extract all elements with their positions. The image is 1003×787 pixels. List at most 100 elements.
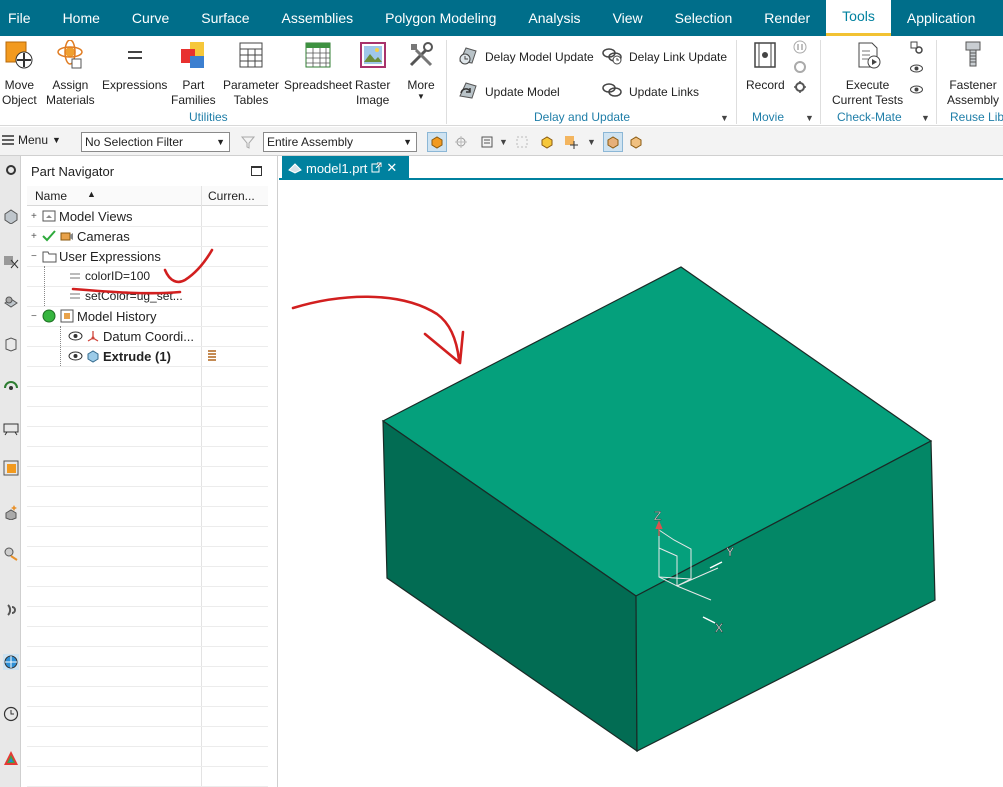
tree-row-user-expressions[interactable]: − User Expressions [27, 246, 268, 266]
graphics-window[interactable]: Z Y X [279, 182, 1003, 787]
raster-image-button[interactable]: Raster Image [355, 38, 390, 108]
select-feature-icon[interactable] [451, 132, 471, 152]
popout-icon[interactable] [371, 161, 382, 176]
spreadsheet-button[interactable]: Spreadsheet [284, 38, 352, 93]
move-object-button[interactable]: Move Object [2, 38, 37, 108]
delay-update-chevron-icon[interactable]: ▼ [720, 113, 729, 123]
type-filter-icon[interactable] [477, 132, 497, 152]
update-links-icon [601, 79, 623, 104]
show-hidden-icon[interactable] [603, 132, 623, 152]
part-families-button[interactable]: Part Families [171, 38, 216, 108]
execute-current-tests-button[interactable]: Execute Current Tests [832, 38, 903, 108]
delay-model-update-button[interactable]: Delay Model Update [457, 44, 594, 69]
assembly-navigator-icon[interactable] [1, 204, 20, 228]
settings-icon[interactable] [1, 158, 20, 182]
history-icon[interactable] [1, 374, 20, 398]
column-current[interactable]: Curren... [208, 189, 255, 203]
menu-view[interactable]: View [597, 0, 659, 36]
tree-row-model-views[interactable]: + Model Views [27, 206, 268, 226]
record-button[interactable]: Record [746, 38, 785, 93]
reuse-library-icon[interactable] [1, 332, 20, 356]
reuse-group-label: Reuse Libr [950, 110, 1003, 124]
select-body-icon[interactable] [427, 132, 447, 152]
collapse-icon[interactable]: − [31, 311, 41, 322]
select-assembly-icon[interactable] [537, 132, 557, 152]
update-links-button[interactable]: Update Links [601, 79, 699, 104]
extrude-icon [85, 348, 101, 364]
tree-row-colorid-expression[interactable]: colorID=100 [27, 266, 268, 286]
close-icon[interactable]: ✕ [386, 160, 397, 176]
parameter-tables-button[interactable]: Parameter Tables [223, 38, 279, 108]
snap-icon[interactable] [512, 132, 532, 152]
menu-tools[interactable]: Tools [826, 0, 891, 36]
roles-icon[interactable] [1, 542, 20, 566]
update-model-button[interactable]: Update Model [457, 79, 560, 104]
color-palette-icon[interactable] [1, 746, 20, 770]
tree-row-setcolor-expression[interactable]: setColor=ug_set... [27, 286, 268, 306]
web-browser-icon[interactable] [1, 456, 20, 480]
parameter-tables-icon [234, 38, 268, 72]
expressions-button[interactable]: Expressions [102, 38, 167, 93]
system-scenes-icon[interactable] [1, 598, 20, 622]
assign-materials-button[interactable]: Assign Materials [46, 38, 95, 108]
type-filter-chevron-icon[interactable]: ▼ [499, 137, 508, 147]
menu-assemblies[interactable]: Assemblies [266, 0, 370, 36]
delay-model-update-icon [457, 44, 479, 69]
menu-application[interactable]: Application [891, 0, 992, 36]
maximize-icon[interactable] [251, 166, 262, 176]
menu-button[interactable]: Menu ▼ [2, 133, 61, 147]
movie-chevron-icon[interactable]: ▼ [805, 113, 814, 123]
tab-model1-prt[interactable]: model1.prt ✕ [282, 156, 409, 180]
hd3d-tools-icon[interactable] [1, 416, 20, 440]
update-model-icon [457, 79, 479, 104]
fastener-icon [956, 38, 990, 72]
settings-icon[interactable] [793, 60, 807, 74]
filter-icon[interactable] [238, 132, 258, 152]
menu-home[interactable]: Home [47, 0, 116, 36]
expand-icon[interactable]: + [31, 211, 41, 222]
eye-icon[interactable] [67, 328, 83, 344]
eye-icon[interactable] [909, 61, 924, 76]
tree-row-extrude[interactable]: Extrude (1) [27, 346, 268, 366]
globe-icon[interactable] [1, 650, 20, 674]
sort-ascending-icon: ▲ [87, 189, 96, 199]
column-name[interactable]: Name [35, 189, 67, 203]
part-navigator-icon[interactable] [1, 290, 20, 314]
menu-analysis[interactable]: Analysis [512, 0, 596, 36]
constraint-navigator-icon[interactable] [1, 250, 20, 274]
clock-icon[interactable] [1, 702, 20, 726]
eye-icon[interactable] [67, 348, 83, 364]
grid-line [27, 506, 268, 507]
more-button[interactable]: More ▼ [404, 38, 438, 101]
equals-icon [67, 268, 83, 284]
delay-link-update-button[interactable]: Delay Link Update [601, 44, 727, 69]
eye-icon[interactable] [909, 82, 924, 97]
menu-curve[interactable]: Curve [116, 0, 185, 36]
point-chevron-icon[interactable]: ▼ [587, 137, 596, 147]
menu-more[interactable]: M [991, 0, 1003, 36]
menu-selection[interactable]: Selection [659, 0, 749, 36]
menu-chevron-icon: ▼ [52, 135, 61, 145]
gear-icon[interactable] [793, 80, 807, 94]
select-point-icon[interactable] [561, 132, 581, 152]
settings-icon[interactable] [909, 40, 924, 55]
tree-row-cameras[interactable]: + Cameras [27, 226, 268, 246]
current-marker-icon [207, 350, 217, 365]
fastener-assembly-button[interactable]: Fastener Assembly [947, 38, 999, 108]
pause-icon[interactable] [793, 40, 807, 54]
selection-filter-dropdown[interactable]: No Selection Filter ▼ [81, 132, 230, 152]
menu-render[interactable]: Render [748, 0, 826, 36]
menu-surface[interactable]: Surface [185, 0, 265, 36]
palette-icon[interactable] [1, 500, 20, 524]
menu-file[interactable]: File [0, 0, 47, 36]
tree-row-model-history[interactable]: − Model History [27, 306, 268, 326]
expand-icon[interactable]: + [31, 231, 41, 242]
model-view[interactable]: Z Y X [279, 182, 1003, 787]
checkmate-chevron-icon[interactable]: ▼ [921, 113, 930, 123]
tree-row-datum-csys[interactable]: Datum Coordi... [27, 326, 268, 346]
menu-polygon-modeling[interactable]: Polygon Modeling [369, 0, 512, 36]
selection-scope-dropdown[interactable]: Entire Assembly ▼ [263, 132, 417, 152]
part-file-icon [288, 160, 302, 177]
component-filter-icon[interactable] [626, 132, 646, 152]
collapse-icon[interactable]: − [31, 251, 41, 262]
